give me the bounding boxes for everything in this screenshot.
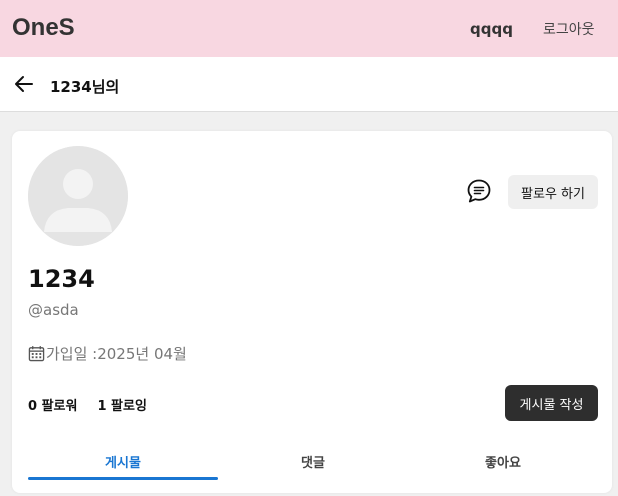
following-count[interactable]: 1 팔로잉 xyxy=(97,395,146,414)
avatar xyxy=(28,146,128,246)
profile-handle: @asda xyxy=(28,301,79,319)
profile-name: 1234 xyxy=(28,265,95,293)
profile-tabs: 게시물 댓글 좋아요 xyxy=(28,444,598,480)
join-date-text: 가입일 :2025년 04월 xyxy=(46,345,187,363)
sub-header: 1234님의 xyxy=(0,57,618,112)
follow-button[interactable]: 팔로우 하기 xyxy=(508,175,598,209)
join-date: 가입일 :2025년 04월 xyxy=(28,343,187,364)
tab-likes[interactable]: 좋아요 xyxy=(408,444,598,480)
follow-stats: 0 팔로워 1 팔로잉 xyxy=(28,395,147,414)
avatar-placeholder-icon xyxy=(28,146,128,246)
app-logo[interactable]: OneS xyxy=(12,14,75,42)
calendar-icon xyxy=(28,346,45,362)
current-username[interactable]: qqqq xyxy=(470,20,513,38)
logout-button[interactable]: 로그아웃 xyxy=(543,19,595,39)
back-arrow-icon[interactable] xyxy=(14,74,34,94)
tab-comments[interactable]: 댓글 xyxy=(218,444,408,480)
page-title: 1234님의 xyxy=(50,78,120,96)
profile-card: 팔로우 하기 1234 @asda 가입일 :2025년 04월 0 팔로워 1… xyxy=(12,131,612,493)
write-post-button[interactable]: 게시물 작성 xyxy=(505,385,598,421)
followers-count[interactable]: 0 팔로워 xyxy=(28,395,77,414)
message-icon[interactable] xyxy=(466,178,492,204)
tab-posts[interactable]: 게시물 xyxy=(28,444,218,480)
top-bar: OneS qqqq 로그아웃 xyxy=(0,0,618,57)
